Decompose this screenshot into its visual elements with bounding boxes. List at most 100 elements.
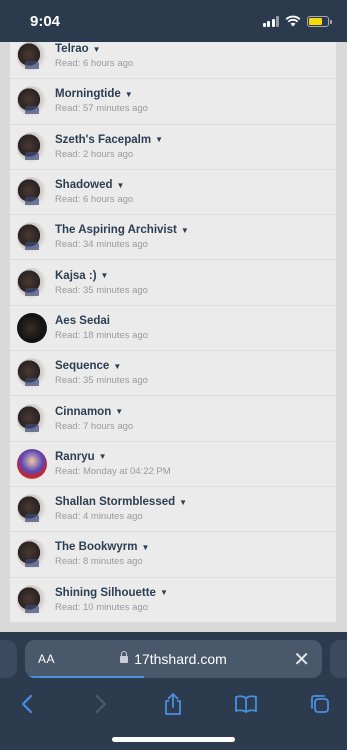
avatar[interactable] <box>17 131 47 162</box>
reader-list: Telrao ▼ Read: 6 hours ago Morningtide ▼ Read… <box>10 42 336 623</box>
list-item[interactable]: Shining Silhouette ▼ Read: 10 minutes ago <box>10 578 336 623</box>
bookmarks-button[interactable] <box>231 690 261 718</box>
list-item[interactable]: Shallan Stormblessed ▼ Read: 4 minutes ago <box>10 487 336 533</box>
address-bar[interactable]: AA 17thshard.com ✕ <box>25 640 322 678</box>
previous-tab-peek[interactable] <box>0 640 17 678</box>
caret-down-icon[interactable]: ▼ <box>117 181 125 190</box>
read-time: Read: 7 hours ago <box>55 420 134 432</box>
url-text: 17thshard.com <box>134 651 227 667</box>
caret-down-icon[interactable]: ▼ <box>115 407 123 416</box>
caret-down-icon[interactable]: ▼ <box>155 135 163 144</box>
caret-down-icon[interactable]: ▼ <box>181 226 189 235</box>
list-item[interactable]: The Aspiring Archivist ▼ Read: 34 minutes … <box>10 215 336 261</box>
home-indicator <box>112 737 235 742</box>
read-time: Read: 10 minutes ago <box>55 601 148 613</box>
status-icons <box>262 15 332 27</box>
battery-icon <box>307 15 332 27</box>
user-name: Kajsa :) <box>55 269 97 282</box>
avatar[interactable] <box>17 539 47 570</box>
user-name-link[interactable]: Aes Sedai <box>55 315 148 327</box>
avatar[interactable] <box>17 584 47 615</box>
user-name-link[interactable]: Shining Silhouette ▼ <box>55 587 168 599</box>
user-info: Szeth's Facepalm ▼ Read: 2 hours ago <box>55 134 163 160</box>
user-name: Sequence <box>55 360 110 373</box>
user-name-link[interactable]: The Aspiring Archivist ▼ <box>55 224 189 236</box>
user-info: Ranryu ▼ Read: Monday at 04:22 PM <box>55 451 171 477</box>
user-info: The Aspiring Archivist ▼ Read: 34 minutes … <box>55 224 189 250</box>
list-item[interactable]: The Bookwyrm ▼ Read: 8 minutes ago <box>10 532 336 578</box>
avatar[interactable] <box>17 312 47 343</box>
list-item[interactable]: Sequence ▼ Read: 35 minutes ago <box>10 351 336 397</box>
avatar[interactable] <box>17 358 47 389</box>
read-time: Read: 18 minutes ago <box>55 329 148 341</box>
user-name: Cinnamon <box>55 405 112 418</box>
status-bar: 9:04 <box>0 0 347 42</box>
back-button[interactable] <box>12 690 42 718</box>
tabs-button[interactable] <box>305 690 335 718</box>
avatar[interactable] <box>17 403 47 434</box>
avatar[interactable] <box>17 494 47 525</box>
user-name-link[interactable]: Shadowed ▼ <box>55 179 133 191</box>
user-name: Shining Silhouette <box>55 586 156 599</box>
page-load-progress <box>25 676 144 678</box>
user-name-link[interactable]: The Bookwyrm ▼ <box>55 541 149 553</box>
close-icon[interactable]: ✕ <box>293 647 310 672</box>
read-time: Read: 35 minutes ago <box>55 375 148 387</box>
next-tab-peek[interactable] <box>330 640 347 678</box>
list-item[interactable]: Aes Sedai Read: 18 minutes ago <box>10 306 336 352</box>
chevron-left-icon <box>21 694 33 714</box>
list-item[interactable]: Cinnamon ▼ Read: 7 hours ago <box>10 396 336 442</box>
list-item[interactable]: Shadowed ▼ Read: 6 hours ago <box>10 170 336 216</box>
share-button[interactable] <box>158 690 188 718</box>
user-info: The Bookwyrm ▼ Read: 8 minutes ago <box>55 541 149 567</box>
url-display[interactable]: 17thshard.com <box>25 651 322 667</box>
avatar[interactable] <box>17 448 47 479</box>
wifi-icon <box>285 15 301 27</box>
list-item[interactable]: Kajsa :) ▼ Read: 35 minutes ago <box>10 260 336 306</box>
user-name-link[interactable]: Kajsa :) ▼ <box>55 270 148 282</box>
avatar[interactable] <box>17 177 47 208</box>
avatar[interactable] <box>17 267 47 298</box>
user-name-link[interactable]: Cinnamon ▼ <box>55 406 133 418</box>
caret-down-icon[interactable]: ▼ <box>125 90 133 99</box>
read-time: Read: 6 hours ago <box>55 58 134 70</box>
caret-down-icon[interactable]: ▼ <box>101 271 109 280</box>
user-name: Morningtide <box>55 88 121 101</box>
browser-toolbar <box>0 684 347 724</box>
user-name-link[interactable]: Shallan Stormblessed ▼ <box>55 496 187 508</box>
user-info: Kajsa :) ▼ Read: 35 minutes ago <box>55 270 148 296</box>
avatar[interactable] <box>17 42 47 72</box>
caret-down-icon[interactable]: ▼ <box>113 362 121 371</box>
avatar[interactable] <box>17 86 47 117</box>
user-name-link[interactable]: Telrao ▼ <box>55 43 133 55</box>
user-name-link[interactable]: Morningtide ▼ <box>55 88 148 100</box>
user-name-link[interactable]: Sequence ▼ <box>55 360 148 372</box>
caret-down-icon[interactable]: ▼ <box>141 543 149 552</box>
list-item[interactable]: Morningtide ▼ Read: 57 minutes ago <box>10 79 336 125</box>
caret-down-icon[interactable]: ▼ <box>93 45 101 54</box>
user-name: The Aspiring Archivist <box>55 224 177 237</box>
list-item[interactable]: Ranryu ▼ Read: Monday at 04:22 PM <box>10 442 336 487</box>
forward-button[interactable] <box>86 690 116 718</box>
page-content: Telrao ▼ Read: 6 hours ago Morningtide ▼ Read… <box>0 42 347 632</box>
browser-bar: AA 17thshard.com ✕ <box>0 632 347 750</box>
list-item[interactable]: Telrao ▼ Read: 6 hours ago <box>10 42 336 80</box>
user-name-link[interactable]: Szeth's Facepalm ▼ <box>55 134 163 146</box>
tabs-icon <box>311 695 329 713</box>
user-info: Cinnamon ▼ Read: 7 hours ago <box>55 406 133 432</box>
caret-down-icon[interactable]: ▼ <box>179 498 187 507</box>
list-item[interactable]: Szeth's Facepalm ▼ Read: 2 hours ago <box>10 125 336 170</box>
avatar[interactable] <box>17 222 47 253</box>
user-info: Shining Silhouette ▼ Read: 10 minutes ago <box>55 587 168 613</box>
book-icon <box>235 695 257 713</box>
read-time: Read: 34 minutes ago <box>55 239 148 251</box>
user-name: Szeth's Facepalm <box>55 133 152 146</box>
user-name: Ranryu <box>55 450 95 463</box>
read-time: Read: 8 minutes ago <box>55 556 143 568</box>
user-info: Aes Sedai Read: 18 minutes ago <box>55 315 148 341</box>
caret-down-icon[interactable]: ▼ <box>99 452 107 461</box>
user-name: Shadowed <box>55 179 113 192</box>
user-name-link[interactable]: Ranryu ▼ <box>55 451 171 463</box>
caret-down-icon[interactable]: ▼ <box>160 588 168 597</box>
user-info: Morningtide ▼ Read: 57 minutes ago <box>55 88 148 114</box>
